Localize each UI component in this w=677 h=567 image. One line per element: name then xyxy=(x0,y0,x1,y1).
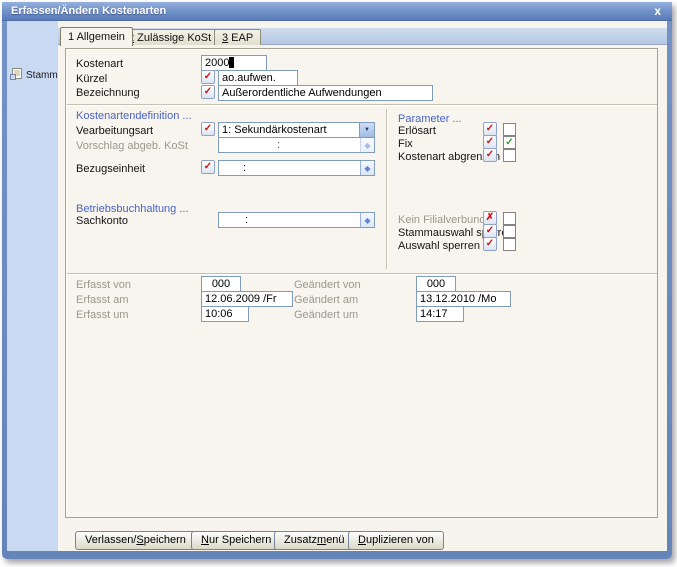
bezugseinheit-confirm-flag-icon[interactable]: ✓ xyxy=(201,160,215,174)
title-bar: Erfassen/Ändern Kostenarten x xyxy=(2,2,672,21)
erloesart-confirm-flag-icon[interactable]: ✓ xyxy=(483,122,497,136)
btn-text: peichern xyxy=(144,534,186,546)
sachkonto-spinner-icon[interactable]: ◆ xyxy=(360,213,374,227)
erfasst-am-label: Erfasst am xyxy=(76,294,129,306)
tab-zulaessige-kost[interactable]: 2 Zulässige KoSt xyxy=(120,29,219,45)
vorschlag-kost-label: Vorschlag abgeb. KoSt xyxy=(76,140,188,152)
sachkonto-value: : xyxy=(245,214,248,226)
erfasst-von-label: Erfasst von xyxy=(76,279,131,291)
btn-text: Verlassen/ xyxy=(85,534,136,546)
vearbeitungsart-value: 1: Sekundärkostenart xyxy=(222,124,327,136)
geaendert-am-label: Geändert am xyxy=(294,294,358,306)
tab-allgemein[interactable]: 1 Allgemein xyxy=(60,27,133,46)
dialog-content: 1 Allgemein 2 Zulässige KoSt 3 EAP Koste… xyxy=(58,21,667,551)
kein-filialverbund-label: Kein Filialverbund xyxy=(398,214,485,226)
dropdown-arrow-icon[interactable]: ▼ xyxy=(359,123,374,137)
text-cursor xyxy=(229,57,234,68)
fix-confirm-flag-icon[interactable]: ✓ xyxy=(483,135,497,149)
erfasst-um-value: 10:06 xyxy=(205,308,233,320)
fix-checkbox[interactable]: ✓ xyxy=(503,136,516,149)
stammblatt-icon xyxy=(10,68,23,83)
geaendert-von-field: 000 xyxy=(416,276,456,292)
fix-label: Fix xyxy=(398,138,413,150)
geaendert-am-value: 13.12.2010 /Mo xyxy=(420,293,496,305)
sidebar: Stammblatt xyxy=(7,21,58,551)
bezeichnung-input[interactable]: Außerordentliche Aufwendungen xyxy=(218,85,433,101)
auswahl-sperren-confirm-flag-icon[interactable]: ✓ xyxy=(483,237,497,251)
section-parameter: Parameter ... xyxy=(398,113,462,125)
kostenart-value: 2000 xyxy=(205,57,229,69)
btn-text: uplizieren von xyxy=(366,534,434,546)
sachkonto-label: Sachkonto xyxy=(76,215,128,227)
dialog-window: Erfassen/Ändern Kostenarten x Stammblatt… xyxy=(2,2,672,559)
erfasst-von-value: 000 xyxy=(212,278,230,290)
kostenart-label: Kostenart xyxy=(76,58,123,70)
auswahl-sperren-label: Auswahl sperren xyxy=(398,240,480,252)
geaendert-um-field: 14:17 xyxy=(416,306,464,322)
btn-text: ur Speichern xyxy=(209,534,271,546)
nur-speichern-button[interactable]: Nur Speichern xyxy=(191,531,281,550)
divider-audit xyxy=(67,273,657,274)
section-kostenartendefinition: Kostenartendefinition ... xyxy=(76,110,192,122)
kuerzel-confirm-flag-icon[interactable]: ✓ xyxy=(201,70,215,84)
erfasst-am-field: 12.06.2009 /Fr xyxy=(201,291,293,307)
bezeichnung-label: Bezeichnung xyxy=(76,87,140,99)
btn-accel: m xyxy=(317,534,326,546)
zusatzmenue-button[interactable]: Zusatzmenü xyxy=(274,531,355,550)
bezugseinheit-label: Bezugseinheit xyxy=(76,163,145,175)
tab-eap[interactable]: 3 EAP xyxy=(214,29,261,45)
kostenart-input[interactable]: 2000 xyxy=(201,55,267,71)
verlassen-speichern-button[interactable]: Verlassen/Speichern xyxy=(75,531,196,550)
sachkonto-input[interactable]: : ◆ xyxy=(218,212,375,228)
vorschlag-spinner-icon: ◆ xyxy=(360,138,374,152)
bezeichnung-value: Außerordentliche Aufwendungen xyxy=(222,87,382,99)
geaendert-von-value: 000 xyxy=(427,278,445,290)
tab-eap-label: EAP xyxy=(228,32,253,44)
vearbeitungsart-label: Vearbeitungsart xyxy=(76,125,153,137)
vorschlag-kost-input: : ◆ xyxy=(218,137,375,153)
bezugseinheit-spinner-icon[interactable]: ◆ xyxy=(360,161,374,175)
kuerzel-label: Kürzel xyxy=(76,73,107,85)
kuerzel-value: ao.aufwen. xyxy=(222,72,276,84)
erfasst-am-value: 12.06.2009 /Fr xyxy=(205,293,277,305)
kostenart-abgrenzen-confirm-flag-icon[interactable]: ✓ xyxy=(483,148,497,162)
auswahl-sperren-checkbox[interactable] xyxy=(503,238,516,251)
bezugseinheit-value: : xyxy=(243,162,246,174)
bezeichnung-confirm-flag-icon[interactable]: ✓ xyxy=(201,85,215,99)
erfasst-um-field: 10:06 xyxy=(201,306,249,322)
geaendert-am-field: 13.12.2010 /Mo xyxy=(416,291,511,307)
divider-top xyxy=(67,104,657,105)
btn-accel: S xyxy=(136,534,143,546)
form-groupbox: Kostenart 2000 Kürzel ✓ ao.aufwen. Bezei… xyxy=(65,48,658,518)
geaendert-von-label: Geändert von xyxy=(294,279,361,291)
btn-accel: N xyxy=(201,534,209,546)
kuerzel-input[interactable]: ao.aufwen. xyxy=(218,70,298,86)
erfasst-von-field: 000 xyxy=(201,276,241,292)
duplizieren-von-button[interactable]: Duplizieren von xyxy=(348,531,444,550)
tab-zulaessige-kost-label: Zulässige KoSt xyxy=(134,32,211,44)
btn-text: Zusatz xyxy=(284,534,317,546)
section-betriebsbuchhaltung: Betriebsbuchhaltung ... xyxy=(76,203,189,215)
erfasst-um-label: Erfasst um xyxy=(76,309,129,321)
window-title: Erfassen/Ändern Kostenarten xyxy=(11,5,166,17)
geaendert-um-label: Geändert um xyxy=(294,309,358,321)
kein-filialverbund-cross-flag-icon: ✗ xyxy=(483,211,497,225)
erloesart-checkbox[interactable] xyxy=(503,123,516,136)
kostenart-abgrenzen-checkbox[interactable] xyxy=(503,149,516,162)
bezugseinheit-input[interactable]: : ◆ xyxy=(218,160,375,176)
geaendert-um-value: 14:17 xyxy=(420,308,448,320)
vorschlag-kost-value: : xyxy=(277,139,280,151)
divider-columns xyxy=(386,109,387,269)
vearbeitungsart-dropdown[interactable]: 1: Sekundärkostenart ▼ xyxy=(218,122,375,138)
erloesart-label: Erlösart xyxy=(398,125,436,137)
tab-allgemein-label: Allgemein xyxy=(74,31,125,43)
vearbeitungsart-confirm-flag-icon[interactable]: ✓ xyxy=(201,122,215,136)
btn-accel: D xyxy=(358,534,366,546)
stammauswahl-sperren-checkbox[interactable] xyxy=(503,225,516,238)
stammauswahl-sperren-confirm-flag-icon[interactable]: ✓ xyxy=(483,224,497,238)
btn-text: enü xyxy=(326,534,344,546)
kein-filialverbund-checkbox[interactable] xyxy=(503,212,516,225)
close-icon[interactable]: x xyxy=(654,4,661,18)
